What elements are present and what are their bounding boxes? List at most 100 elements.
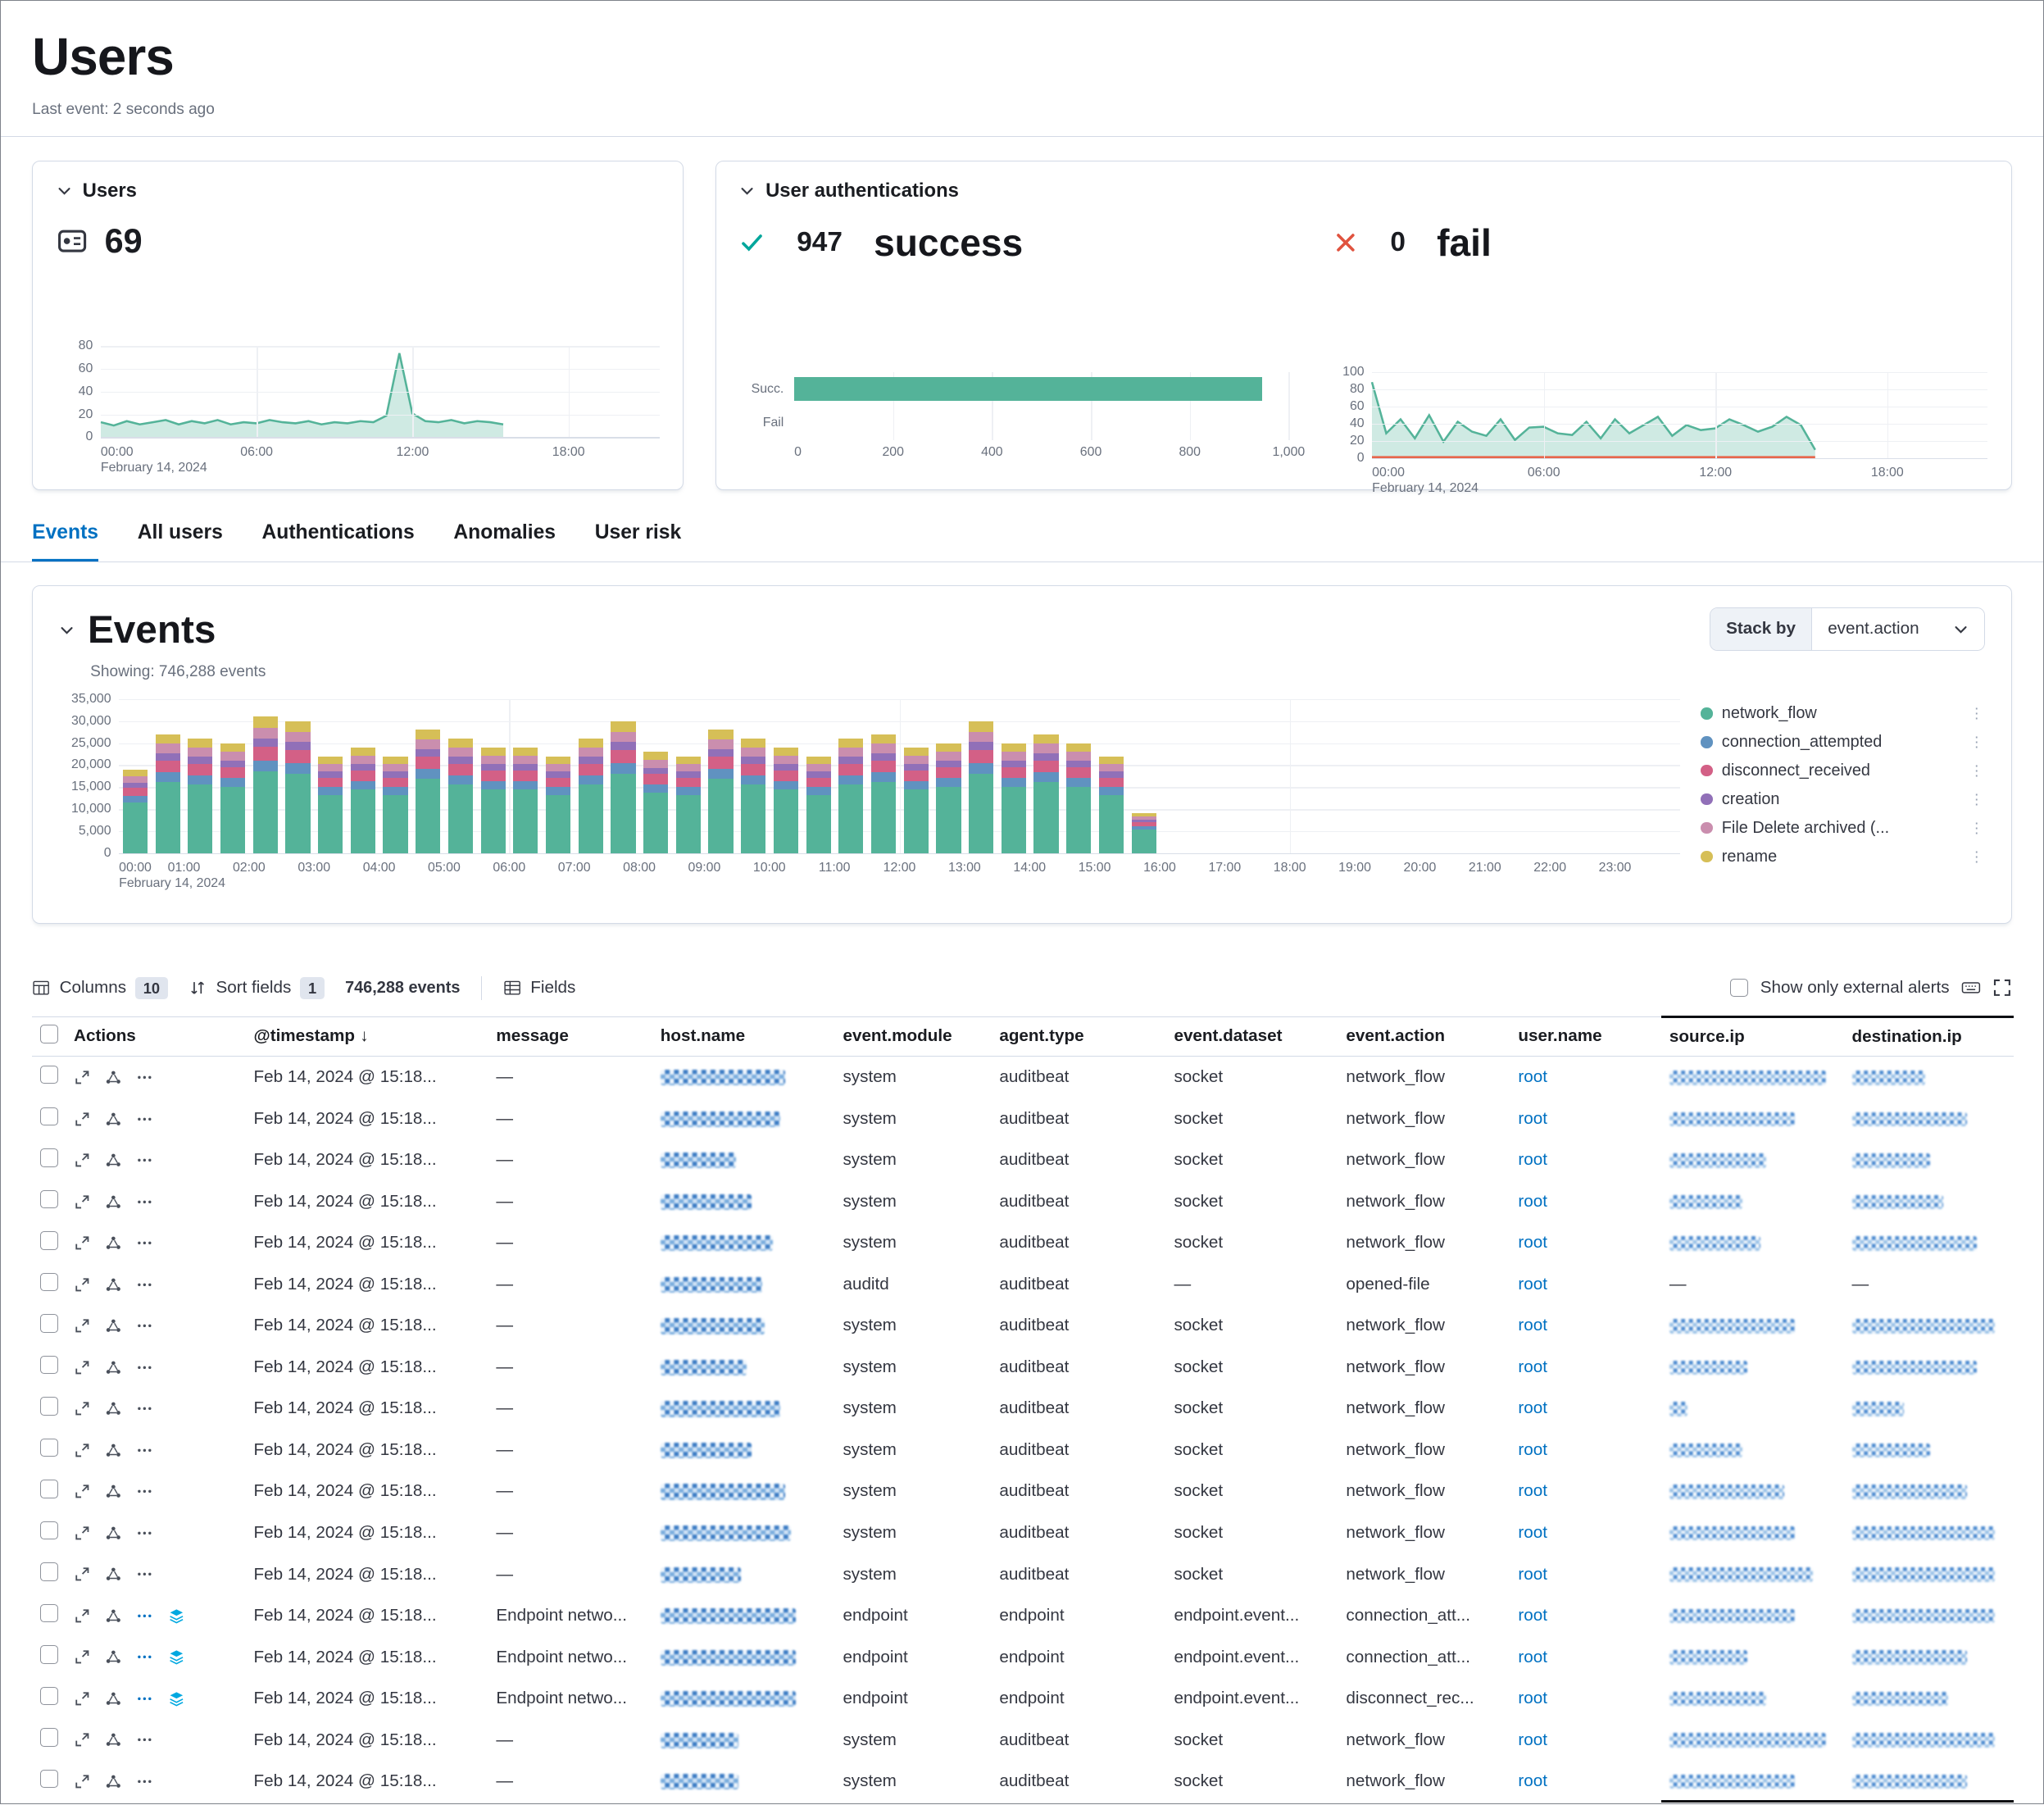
more-actions-icon[interactable] — [136, 1193, 153, 1211]
more-actions-icon[interactable] — [136, 1773, 153, 1790]
analyze-event-icon[interactable] — [105, 1193, 122, 1211]
column-header-username[interactable]: user.name — [1510, 1016, 1662, 1056]
row-checkbox[interactable] — [40, 1645, 58, 1663]
more-actions-icon[interactable] — [136, 1152, 153, 1169]
row-checkbox[interactable] — [40, 1687, 58, 1705]
row-checkbox[interactable] — [40, 1066, 58, 1084]
tab-authentications[interactable]: Authentications — [261, 521, 414, 562]
expand-event-icon[interactable] — [74, 1648, 91, 1666]
row-checkbox[interactable] — [40, 1521, 58, 1539]
user-name-link[interactable]: root — [1518, 1648, 1547, 1666]
expand-event-icon[interactable] — [74, 1193, 91, 1211]
stacked-bar[interactable] — [156, 734, 180, 853]
user-name-link[interactable]: root — [1518, 1192, 1547, 1211]
stacked-bar[interactable] — [1002, 743, 1026, 853]
sort-fields-button[interactable]: Sort fields 1 — [189, 977, 325, 999]
tab-user-risk[interactable]: User risk — [595, 521, 681, 562]
stacked-bar[interactable] — [448, 739, 473, 852]
legend-options-icon[interactable]: ⋮ — [1969, 734, 1985, 751]
legend-options-icon[interactable]: ⋮ — [1969, 820, 1985, 837]
chevron-down-icon[interactable] — [739, 183, 755, 198]
tab-all-users[interactable]: All users — [138, 521, 223, 562]
analyze-event-icon[interactable] — [105, 1317, 122, 1334]
column-header-eventmodule[interactable]: event.module — [835, 1016, 992, 1056]
column-header-hostname[interactable]: host.name — [652, 1016, 835, 1056]
stacked-bar[interactable] — [579, 739, 603, 852]
stacked-bar[interactable] — [1099, 757, 1124, 853]
user-name-link[interactable]: root — [1518, 1771, 1547, 1790]
expand-event-icon[interactable] — [74, 1690, 91, 1707]
stacked-bar[interactable] — [611, 721, 635, 853]
legend-item[interactable]: File Delete archived (...⋮ — [1701, 814, 1985, 843]
stacked-bar[interactable] — [871, 734, 896, 853]
more-actions-icon[interactable] — [136, 1731, 153, 1748]
row-checkbox[interactable] — [40, 1231, 58, 1249]
row-checkbox[interactable] — [40, 1728, 58, 1746]
analyze-event-icon[interactable] — [105, 1483, 122, 1500]
analyze-event-icon[interactable] — [105, 1607, 122, 1625]
row-checkbox[interactable] — [40, 1107, 58, 1125]
column-header-Actions[interactable]: Actions — [66, 1016, 247, 1056]
more-actions-icon[interactable] — [136, 1234, 153, 1252]
row-checkbox[interactable] — [40, 1562, 58, 1580]
expand-event-icon[interactable] — [74, 1483, 91, 1500]
stacked-bar[interactable] — [643, 752, 668, 852]
analyze-event-icon[interactable] — [105, 1111, 122, 1128]
stacked-bar[interactable] — [318, 757, 343, 853]
fullscreen-icon[interactable] — [1992, 978, 2012, 998]
analyze-event-icon[interactable] — [105, 1069, 122, 1086]
stacked-bar[interactable] — [513, 748, 538, 853]
columns-button[interactable]: Columns 10 — [32, 977, 167, 999]
expand-event-icon[interactable] — [74, 1525, 91, 1542]
stacked-bar[interactable] — [351, 748, 375, 853]
row-checkbox[interactable] — [40, 1273, 58, 1291]
chevron-down-icon[interactable] — [59, 622, 75, 638]
keyboard-shortcuts-icon[interactable] — [1961, 978, 1981, 998]
user-name-link[interactable]: root — [1518, 1523, 1547, 1542]
stacked-bar[interactable] — [123, 770, 148, 853]
user-name-link[interactable]: root — [1518, 1689, 1547, 1707]
stacked-bar[interactable] — [188, 739, 212, 852]
stacked-bar[interactable] — [806, 757, 831, 853]
stacked-bar[interactable] — [481, 748, 506, 853]
user-name-link[interactable]: root — [1518, 1275, 1547, 1294]
user-name-link[interactable]: root — [1518, 1316, 1547, 1334]
stacked-bar[interactable] — [1132, 813, 1156, 852]
stacked-bar[interactable] — [969, 721, 993, 853]
row-checkbox[interactable] — [40, 1770, 58, 1788]
analyze-event-icon[interactable] — [105, 1566, 122, 1583]
column-header-sourceip[interactable]: source.ip — [1661, 1016, 1844, 1056]
column-header-message[interactable]: message — [488, 1016, 652, 1056]
legend-options-icon[interactable]: ⋮ — [1969, 705, 1985, 722]
expand-event-icon[interactable] — [74, 1152, 91, 1169]
stacked-bar[interactable] — [936, 743, 961, 853]
expand-event-icon[interactable] — [74, 1607, 91, 1625]
expand-event-icon[interactable] — [74, 1317, 91, 1334]
endpoint-layers-icon[interactable] — [168, 1648, 185, 1666]
legend-options-icon[interactable]: ⋮ — [1969, 791, 1985, 808]
more-actions-icon[interactable] — [136, 1607, 153, 1625]
more-actions-icon[interactable] — [136, 1359, 153, 1376]
column-header-timestamp[interactable]: @timestamp↓ — [246, 1016, 488, 1056]
legend-options-icon[interactable]: ⋮ — [1969, 762, 1985, 780]
row-checkbox[interactable] — [40, 1604, 58, 1622]
user-name-link[interactable]: root — [1518, 1233, 1547, 1252]
legend-item[interactable]: connection_attempted⋮ — [1701, 728, 1985, 757]
row-checkbox[interactable] — [40, 1356, 58, 1374]
column-header-destinationip[interactable]: destination.ip — [1844, 1016, 2014, 1056]
expand-event-icon[interactable] — [74, 1566, 91, 1583]
user-name-link[interactable]: root — [1518, 1398, 1547, 1417]
stacked-bar[interactable] — [838, 739, 863, 852]
stacked-bar[interactable] — [383, 757, 407, 853]
stacked-bar[interactable] — [416, 730, 440, 852]
stacked-bar[interactable] — [253, 716, 278, 852]
expand-event-icon[interactable] — [74, 1773, 91, 1790]
expand-event-icon[interactable] — [74, 1731, 91, 1748]
stacked-bar[interactable] — [708, 730, 733, 852]
stacked-bar[interactable] — [1066, 743, 1091, 853]
row-checkbox[interactable] — [40, 1439, 58, 1457]
tab-events[interactable]: Events — [32, 521, 98, 562]
user-name-link[interactable]: root — [1518, 1357, 1547, 1376]
expand-event-icon[interactable] — [74, 1276, 91, 1294]
stacked-bar[interactable] — [546, 757, 570, 853]
